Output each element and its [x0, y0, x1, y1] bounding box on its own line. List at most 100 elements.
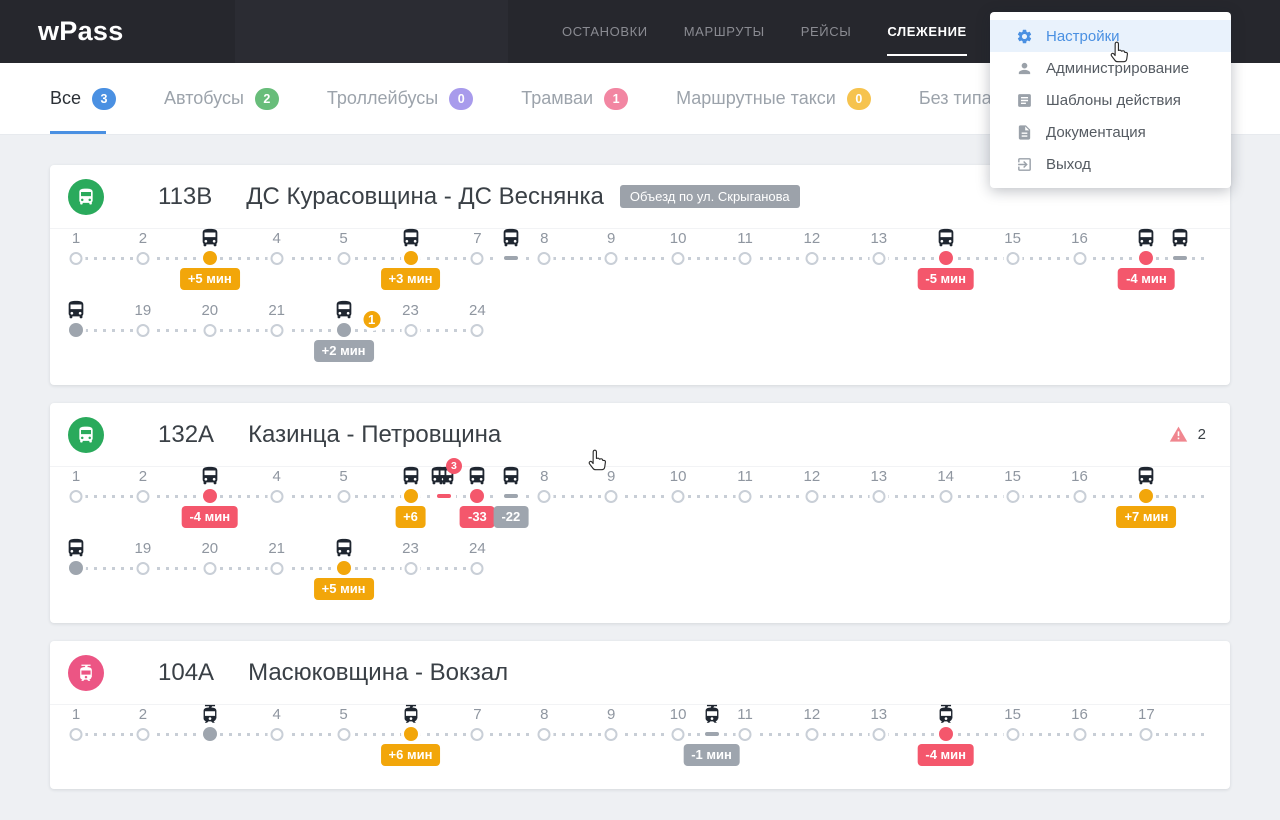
- stop-circle[interactable]: [470, 728, 484, 741]
- stop-circle[interactable]: [203, 562, 217, 575]
- stop-circle[interactable]: [805, 252, 819, 265]
- route-header[interactable]: 104А Масюковщина - Вокзал: [50, 641, 1230, 705]
- vehicle-position-dot[interactable]: [470, 489, 485, 503]
- stop-circle[interactable]: [1139, 728, 1153, 741]
- filter-tab[interactable]: Все 3: [50, 63, 117, 134]
- stop-circle[interactable]: [270, 252, 284, 265]
- vehicle-position-dot[interactable]: [1139, 251, 1154, 265]
- bus-icon[interactable]: [333, 299, 355, 321]
- stop-circle[interactable]: [136, 562, 150, 575]
- stop-circle[interactable]: [270, 490, 284, 503]
- tram-icon[interactable]: [199, 703, 221, 725]
- tram-icon[interactable]: [701, 703, 723, 725]
- bus-icon[interactable]: [199, 465, 221, 487]
- menu-item[interactable]: Администрирование: [990, 52, 1231, 84]
- menu-item[interactable]: Документация: [990, 116, 1231, 148]
- bus-icon[interactable]: [466, 465, 488, 487]
- vehicle-position-dot[interactable]: [202, 727, 217, 741]
- stop-circle[interactable]: [270, 562, 284, 575]
- stop-circle[interactable]: [738, 728, 752, 741]
- stop-circle[interactable]: [939, 490, 953, 503]
- vehicle-position-dot[interactable]: [938, 727, 953, 741]
- nav-item[interactable]: ОСТАНОВКИ: [562, 0, 648, 63]
- stop-circle[interactable]: [337, 252, 351, 265]
- stop-circle[interactable]: [270, 324, 284, 337]
- vehicle-position-dot[interactable]: [202, 251, 217, 265]
- vehicle-position-dot[interactable]: [202, 489, 217, 503]
- stop-circle[interactable]: [1006, 252, 1020, 265]
- stop-circle[interactable]: [136, 324, 150, 337]
- stop-circle[interactable]: [537, 252, 551, 265]
- stop-circle[interactable]: [872, 252, 886, 265]
- route-header[interactable]: 132А Казинца - Петровщина 2: [50, 403, 1230, 467]
- stop-circle[interactable]: [604, 490, 618, 503]
- stop-circle[interactable]: [337, 490, 351, 503]
- filter-tab[interactable]: Трамваи 1: [521, 63, 629, 134]
- stop-circle[interactable]: [136, 728, 150, 741]
- vehicle-position-dot[interactable]: [336, 323, 351, 337]
- vehicle-position-dot[interactable]: [1139, 489, 1154, 503]
- stop-circle[interactable]: [1006, 490, 1020, 503]
- bus-icon[interactable]: [333, 537, 355, 559]
- stop-circle[interactable]: [604, 252, 618, 265]
- stop-circle[interactable]: [203, 324, 217, 337]
- stop-circle[interactable]: [872, 490, 886, 503]
- menu-item[interactable]: Шаблоны действия: [990, 84, 1231, 116]
- stop-circle[interactable]: [738, 252, 752, 265]
- stop-circle[interactable]: [805, 728, 819, 741]
- bus-icon[interactable]: [65, 299, 87, 321]
- stop-circle[interactable]: [69, 728, 83, 741]
- stop-circle[interactable]: [470, 562, 484, 575]
- stop-circle[interactable]: [470, 324, 484, 337]
- vehicle-position-dot[interactable]: [69, 323, 83, 337]
- vehicle-position-dot[interactable]: [403, 489, 418, 503]
- route-card[interactable]: 132А Казинца - Петровщина 2 1 2 -4 мин 4 5 +6 -33…: [50, 403, 1230, 623]
- bus-icon[interactable]: [199, 227, 221, 249]
- route-card[interactable]: 104А Масюковщина - Вокзал 1 2 4 5 +6 мин 7 8 9 10 1…: [50, 641, 1230, 789]
- vehicle-position-dot[interactable]: [403, 251, 418, 265]
- bus-icon[interactable]: [500, 465, 522, 487]
- bus-icon[interactable]: [935, 227, 957, 249]
- bus-icon[interactable]: [400, 465, 422, 487]
- stop-circle[interactable]: [671, 252, 685, 265]
- stop-circle[interactable]: [136, 252, 150, 265]
- extra-vehicles-bubble[interactable]: 1: [360, 308, 384, 331]
- bus-icon[interactable]: [1135, 465, 1157, 487]
- filter-tab[interactable]: Троллейбусы 0: [327, 63, 474, 134]
- stop-circle[interactable]: [1073, 490, 1086, 503]
- vehicle-position-dot[interactable]: [403, 727, 418, 741]
- stop-circle[interactable]: [136, 490, 150, 503]
- stop-circle[interactable]: [671, 490, 685, 503]
- stop-circle[interactable]: [537, 490, 551, 503]
- filter-tab[interactable]: Маршрутные такси 0: [676, 63, 871, 134]
- vehicle-position-dot[interactable]: [336, 561, 351, 575]
- stop-circle[interactable]: [738, 490, 752, 503]
- tram-icon[interactable]: [935, 703, 957, 725]
- stop-circle[interactable]: [1073, 728, 1086, 741]
- stop-circle[interactable]: [270, 728, 284, 741]
- stop-circle[interactable]: [1073, 252, 1086, 265]
- nav-item[interactable]: МАРШРУТЫ: [684, 0, 765, 63]
- bus-icon[interactable]: [65, 537, 87, 559]
- bus-icon[interactable]: [400, 227, 422, 249]
- stop-circle[interactable]: [604, 728, 618, 741]
- stop-circle[interactable]: [404, 562, 417, 575]
- vehicle-position-dot[interactable]: [938, 251, 953, 265]
- stop-circle[interactable]: [69, 252, 83, 265]
- tram-icon[interactable]: [400, 703, 422, 725]
- menu-item[interactable]: Выход: [990, 148, 1231, 180]
- stop-circle[interactable]: [805, 490, 819, 503]
- route-card[interactable]: 113В ДС Курасовщина - ДС Веснянка Объезд п…: [50, 165, 1230, 385]
- stop-circle[interactable]: [1006, 728, 1020, 741]
- stop-circle[interactable]: [404, 324, 417, 337]
- bus-icon[interactable]: [1169, 227, 1191, 249]
- stop-circle[interactable]: [69, 490, 83, 503]
- stop-circle[interactable]: [872, 728, 886, 741]
- stop-circle[interactable]: [537, 728, 551, 741]
- bus-icon[interactable]: [1135, 227, 1157, 249]
- vehicle-position-dot[interactable]: [69, 561, 83, 575]
- filter-tab[interactable]: Автобусы 2: [164, 63, 279, 134]
- nav-item[interactable]: РЕЙСЫ: [801, 0, 852, 63]
- app-logo[interactable]: wPass: [38, 0, 124, 63]
- stop-circle[interactable]: [337, 728, 351, 741]
